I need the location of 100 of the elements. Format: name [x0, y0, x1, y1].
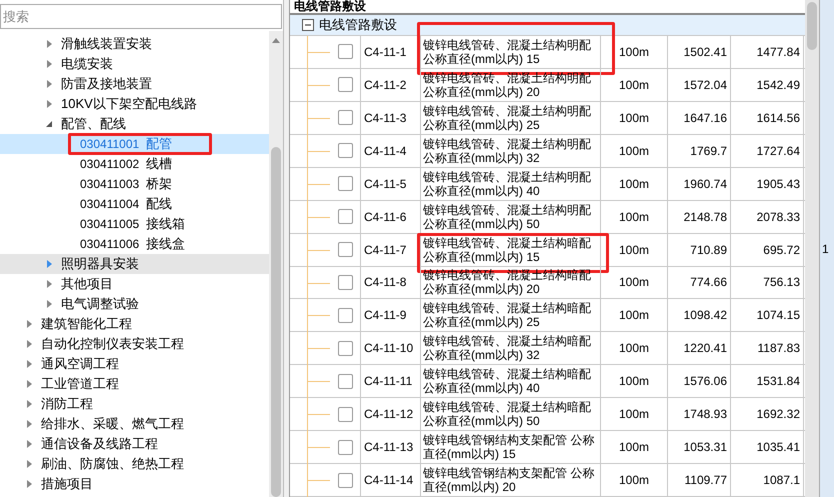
expand-arrow-icon[interactable] — [45, 280, 53, 288]
tree-connector — [307, 234, 330, 267]
price-cell: 1576.06 — [668, 365, 731, 398]
tree-item[interactable]: 通信设备及线路工程 — [0, 434, 269, 454]
tree-item[interactable]: 通风空调工程 — [0, 354, 269, 374]
scrollbar[interactable] — [269, 31, 283, 497]
name-cell: 镀锌电线管砖、混凝土结构明配 公称直径(mm以内) 15 — [421, 36, 601, 68]
tree-item[interactable]: 建筑智能化工程 — [0, 314, 269, 334]
checkbox[interactable] — [338, 472, 352, 488]
price-cell: 1692.32 — [731, 398, 804, 430]
scroll-up-icon[interactable] — [272, 37, 280, 43]
tree-item[interactable]: 自动化控制仪表安装工程 — [0, 334, 269, 354]
price-cell: 1769.7 — [668, 134, 731, 167]
scrollbar[interactable] — [805, 0, 819, 497]
expand-arrow-icon[interactable] — [45, 40, 53, 48]
expand-arrow-icon[interactable] — [25, 340, 33, 348]
price-cell: 1960.74 — [668, 168, 731, 200]
price-cell: 1098.42 — [668, 299, 731, 332]
name-cell: 镀锌电线管砖、混凝土结构暗配 公称直径(mm以内) 50 — [421, 398, 601, 430]
tree-item[interactable]: 刷油、防腐蚀、绝热工程 — [0, 454, 269, 474]
unit-cell: 100m — [601, 200, 668, 233]
unit-cell: 100m — [601, 398, 668, 430]
code-cell: C4-11-14 — [361, 464, 421, 496]
tree-item[interactable]: 030411002 线槽 — [0, 154, 269, 174]
checkbox[interactable] — [338, 77, 352, 92]
expand-arrow-icon[interactable] — [45, 300, 53, 308]
expand-arrow-icon[interactable] — [45, 260, 53, 268]
unit-cell: 100m — [601, 431, 668, 464]
tree-item[interactable]: 030411001 配管 — [0, 134, 269, 154]
collapse-toggle-icon[interactable] — [302, 18, 314, 31]
tree-connector — [307, 266, 330, 300]
tree-item[interactable]: 照明器具安装 — [0, 254, 269, 274]
name-cell: 镀锌电线管砖、混凝土结构暗配 公称直径(mm以内) 15 — [421, 234, 601, 266]
checkbox[interactable] — [338, 274, 352, 290]
unit-cell: 100m — [601, 464, 668, 496]
price-cell: 1477.84 — [731, 36, 804, 68]
name-cell: 镀锌电线管砖、混凝土结构明配 公称直径(mm以内) 50 — [421, 200, 601, 233]
tree-connector — [307, 36, 330, 69]
expand-arrow-icon[interactable] — [45, 60, 53, 68]
checkbox[interactable] — [338, 440, 352, 455]
tree-item[interactable]: 其他项目 — [0, 274, 269, 294]
tree-connector — [307, 332, 330, 366]
expand-arrow-icon[interactable] — [25, 380, 33, 388]
expand-arrow-icon[interactable] — [45, 80, 53, 88]
unit-cell: 100m — [601, 36, 668, 68]
group-title: 电线管路敷设 — [294, 0, 366, 13]
price-cell: 1220.41 — [668, 332, 731, 364]
tree-item[interactable]: 030411004 配线 — [0, 194, 269, 214]
expand-arrow-icon[interactable] — [25, 320, 33, 328]
tree-item[interactable]: 配管、配线 — [0, 114, 269, 134]
code-cell: C4-11-10 — [361, 332, 421, 364]
tree-item[interactable]: 10KV以下架空配电线路 — [0, 94, 269, 114]
name-cell: 镀锌电线管砖、混凝土结构明配 公称直径(mm以内) 40 — [421, 168, 601, 200]
tree-item[interactable]: 消防工程 — [0, 394, 269, 414]
tree-connector — [307, 299, 330, 332]
checkbox[interactable] — [338, 143, 352, 158]
checkbox[interactable] — [338, 209, 352, 224]
tree-item[interactable]: 030411003 桥架 — [0, 174, 269, 194]
expand-arrow-icon[interactable] — [25, 440, 33, 448]
name-cell: 镀锌电线管砖、混凝土结构明配 公称直径(mm以内) 25 — [421, 102, 601, 134]
expand-arrow-icon[interactable] — [25, 420, 33, 428]
scroll-thumb[interactable] — [807, 2, 817, 50]
expand-arrow-icon[interactable] — [25, 480, 33, 488]
tree-connector — [307, 200, 330, 234]
unit-cell: 100m — [601, 168, 668, 200]
price-cell: 756.13 — [731, 266, 804, 298]
name-cell: 镀锌电线管砖、混凝土结构明配 公称直径(mm以内) 32 — [421, 134, 601, 167]
expand-arrow-icon[interactable] — [25, 360, 33, 368]
tree-connector — [307, 464, 330, 497]
tree-item[interactable]: 措施项目 — [0, 474, 269, 494]
checkbox[interactable] — [338, 44, 352, 60]
expand-arrow-icon[interactable] — [45, 100, 53, 108]
scroll-thumb[interactable] — [271, 147, 281, 497]
tree-item[interactable]: 电缆安装 — [0, 54, 269, 74]
tree-item[interactable]: 防雷及接地装置 — [0, 74, 269, 94]
group-row[interactable]: 电线管路敷设 — [290, 15, 805, 36]
tree-connector — [307, 431, 330, 464]
checkbox[interactable] — [338, 242, 352, 258]
checkbox[interactable] — [338, 308, 352, 323]
checkbox[interactable] — [338, 176, 352, 192]
checkbox[interactable] — [338, 340, 352, 356]
name-cell: 镀锌电线管砖、混凝土结构暗配 公称直径(mm以内) 25 — [421, 299, 601, 332]
code-cell: C4-11-12 — [361, 398, 421, 430]
name-cell: 镀锌电线管砖、混凝土结构明配 公称直径(mm以内) 20 — [421, 68, 601, 101]
collapse-arrow-icon[interactable] — [45, 120, 53, 128]
expand-arrow-icon[interactable] — [25, 400, 33, 408]
price-cell: 2148.78 — [668, 200, 731, 233]
price-cell: 1074.15 — [731, 299, 804, 332]
tree-item[interactable]: 030411006 接线盒 — [0, 234, 269, 254]
tree-item[interactable]: 给排水、采暖、燃气工程 — [0, 414, 269, 434]
expand-arrow-icon[interactable] — [25, 460, 33, 468]
unit-cell: 100m — [601, 332, 668, 364]
checkbox[interactable] — [338, 374, 352, 389]
tree-item[interactable]: 电气调整试验 — [0, 294, 269, 314]
checkbox[interactable] — [338, 406, 352, 422]
tree-item[interactable]: 滑触线装置安装 — [0, 34, 269, 54]
checkbox[interactable] — [338, 110, 352, 126]
tree-item[interactable]: 工业管道工程 — [0, 374, 269, 394]
tree-item[interactable]: 030411005 接线箱 — [0, 214, 269, 234]
search-field[interactable]: 搜索 — [0, 4, 282, 29]
